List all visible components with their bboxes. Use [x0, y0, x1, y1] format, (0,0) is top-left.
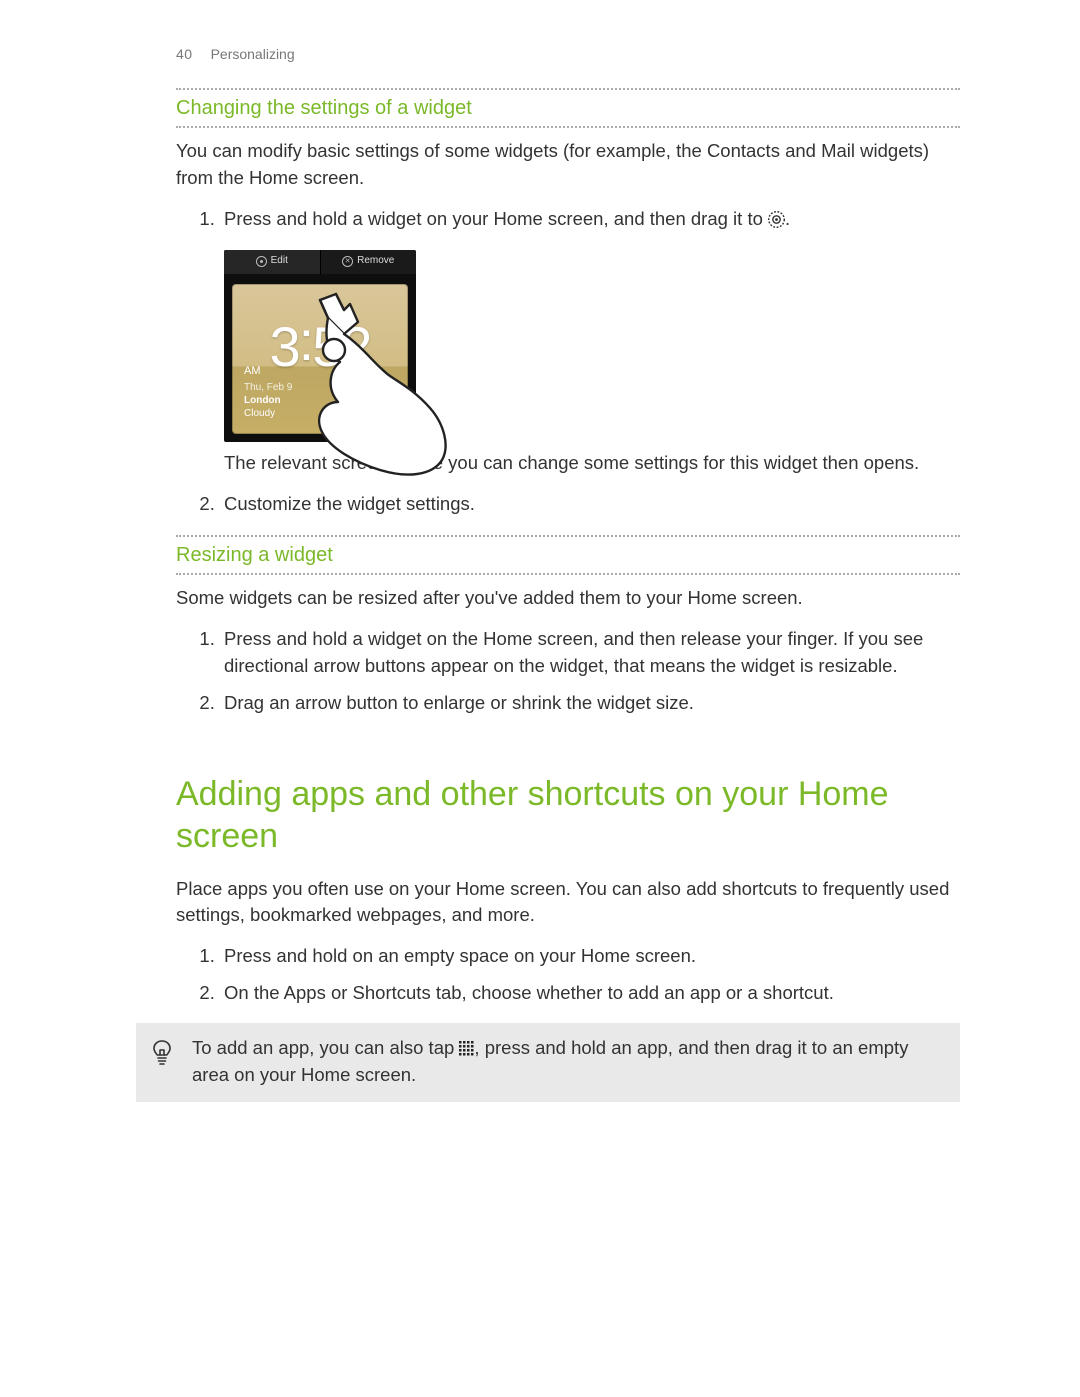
clock-widget: 3:52 AM Thu, Feb 9 London Cloudy [232, 284, 408, 434]
step-text: Press and hold on an empty space on your… [224, 945, 696, 966]
apps-grid-icon [459, 1037, 474, 1052]
section-name: Personalizing [211, 44, 295, 64]
clock-minute: 52 [312, 315, 370, 378]
page: 40 Personalizing Changing the settings o… [0, 0, 1080, 1397]
step-item: Press and hold a widget on the Home scre… [220, 626, 960, 680]
clock-hour: 3 [269, 315, 298, 378]
gear-icon [768, 209, 785, 236]
steps-list: Press and hold on an empty space on your… [176, 943, 960, 1007]
page-number: 40 [176, 44, 193, 64]
steps-list: Press and hold a widget on your Home scr… [176, 206, 960, 517]
gear-mini-icon [256, 256, 267, 267]
step-item: Press and hold on an empty space on your… [220, 943, 960, 970]
clock-city: London [244, 394, 292, 407]
clock-condition: Cloudy [244, 407, 292, 420]
clock-info: Thu, Feb 9 London Cloudy [244, 381, 292, 420]
step-item: Press and hold a widget on your Home scr… [220, 206, 960, 477]
step-text-tail: . [785, 208, 790, 229]
step-item: Drag an arrow button to enlarge or shrin… [220, 690, 960, 717]
tip-text: To add an app, you can also tap , press … [192, 1035, 942, 1089]
heading-adding-apps: Adding apps and other shortcuts on your … [176, 773, 960, 858]
phone-mockup: Edit Remove 3:52 AM Thu, Feb 9 [224, 250, 416, 442]
step-item: Customize the widget settings. [220, 491, 960, 518]
subheading-changing-settings: Changing the settings of a widget [176, 88, 960, 128]
step-text: Drag an arrow button to enlarge or shrin… [224, 692, 694, 713]
running-header: 40 Personalizing [176, 44, 960, 64]
step-text: Customize the widget settings. [224, 493, 475, 514]
lightbulb-icon [150, 1035, 174, 1067]
tip-before: To add an app, you can also tap [192, 1037, 459, 1058]
step-continuation: The relevant screen where you can change… [224, 450, 960, 477]
edit-label: Edit [271, 254, 288, 269]
drag-widget-illustration: Edit Remove 3:52 AM Thu, Feb 9 [224, 250, 459, 442]
step-item: On the Apps or Shortcuts tab, choose whe… [220, 980, 960, 1007]
subheading-resizing-widget: Resizing a widget [176, 535, 960, 575]
steps-list: Press and hold a widget on the Home scre… [176, 626, 960, 716]
intro-paragraph: Place apps you often use on your Home sc… [176, 876, 960, 930]
tip-callout: To add an app, you can also tap , press … [136, 1023, 960, 1103]
clock-colon: : [299, 300, 313, 381]
step-text: On the Apps or Shortcuts tab, choose whe… [224, 982, 834, 1003]
remove-drop-target: Remove [321, 250, 417, 274]
step-text: Press and hold a widget on your Home scr… [224, 208, 768, 229]
intro-paragraph: You can modify basic settings of some wi… [176, 138, 960, 192]
close-mini-icon [342, 256, 353, 267]
intro-paragraph: Some widgets can be resized after you've… [176, 585, 960, 612]
remove-label: Remove [357, 254, 394, 269]
clock-ampm: AM [244, 364, 261, 380]
step-text: Press and hold a widget on the Home scre… [224, 628, 923, 676]
clock-date: Thu, Feb 9 [244, 381, 292, 394]
edit-drop-target: Edit [224, 250, 321, 274]
phone-topbar: Edit Remove [224, 250, 416, 274]
